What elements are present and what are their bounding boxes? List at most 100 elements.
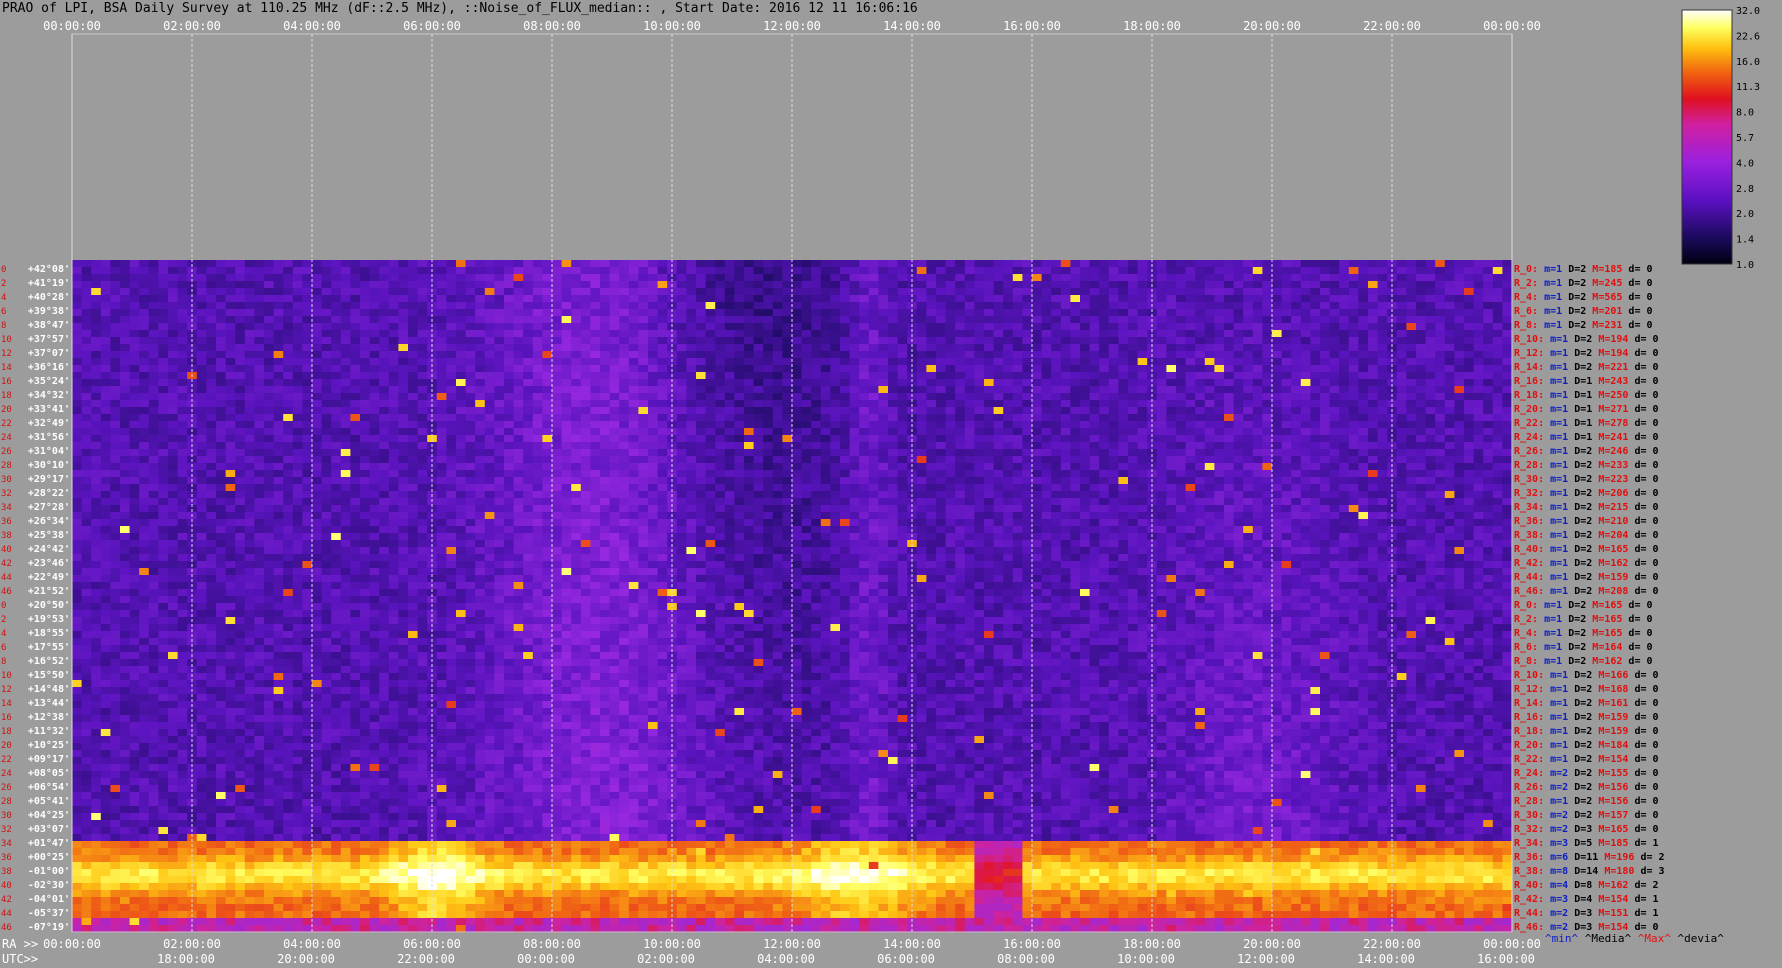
heatmap-cell	[600, 302, 611, 310]
heatmap-cell	[1339, 288, 1350, 296]
heatmap-cell	[465, 491, 476, 499]
heatmap-cell	[1454, 477, 1465, 485]
heatmap-cell	[1080, 449, 1091, 457]
heatmap-cell	[782, 344, 793, 352]
heatmap-cell	[321, 344, 332, 352]
heatmap-cell	[436, 477, 447, 485]
heatmap-cell	[1099, 302, 1110, 310]
heatmap-cell	[283, 470, 294, 478]
heatmap-cell	[964, 365, 975, 373]
heatmap-cell	[609, 421, 620, 429]
heatmap-cell	[456, 295, 467, 303]
heatmap-cell	[1003, 477, 1014, 485]
heatmap-cell	[456, 491, 467, 499]
heatmap-cell	[312, 288, 323, 296]
heatmap-cell	[1060, 351, 1071, 359]
heatmap-cell	[849, 351, 860, 359]
heatmap-cell	[1339, 477, 1350, 485]
heatmap-cell	[1473, 260, 1484, 268]
heatmap-cell	[244, 421, 255, 429]
heatmap-cell	[523, 463, 534, 471]
heatmap-cell	[974, 260, 985, 268]
heatmap-cell	[388, 288, 399, 296]
heatmap-cell	[724, 414, 735, 422]
heatmap-cell	[868, 386, 879, 394]
heatmap-cell	[734, 344, 745, 352]
heatmap-cell	[216, 477, 227, 485]
heatmap-cell	[513, 365, 524, 373]
heatmap-cell	[100, 393, 111, 401]
heatmap-cell	[763, 281, 774, 289]
heatmap-cell	[1320, 309, 1331, 317]
heatmap-cell	[484, 477, 495, 485]
heatmap-cell	[456, 351, 467, 359]
heatmap-cell	[878, 351, 889, 359]
heatmap-cell	[321, 267, 332, 275]
heatmap-cell	[1272, 442, 1283, 450]
heatmap-cell	[926, 456, 937, 464]
heatmap-cell	[244, 442, 255, 450]
heatmap-cell	[1377, 365, 1388, 373]
heatmap-cell	[868, 421, 879, 429]
heatmap-cell	[388, 309, 399, 317]
heatmap-cell	[1300, 449, 1311, 457]
heatmap-cell	[964, 351, 975, 359]
heatmap-cell	[158, 351, 169, 359]
heatmap-cell	[830, 358, 841, 366]
heatmap-cell	[273, 358, 284, 366]
heatmap-cell	[388, 449, 399, 457]
heatmap-cell	[878, 344, 889, 352]
heatmap-cell	[1377, 428, 1388, 436]
heatmap-cell	[91, 267, 102, 275]
heatmap-cell	[1128, 463, 1139, 471]
heatmap-cell	[72, 372, 83, 380]
heatmap-cell	[177, 407, 188, 415]
heatmap-cell	[571, 323, 582, 331]
heatmap-cell	[686, 344, 697, 352]
heatmap-cell	[388, 267, 399, 275]
heatmap-cell	[1195, 358, 1206, 366]
heatmap-cell	[619, 309, 630, 317]
heatmap-cell	[772, 267, 783, 275]
heatmap-cell	[225, 372, 236, 380]
heatmap-cell	[984, 302, 995, 310]
heatmap-cell	[1329, 379, 1340, 387]
heatmap-cell	[571, 330, 582, 338]
heatmap-cell	[600, 358, 611, 366]
heatmap-cell	[1041, 442, 1052, 450]
heatmap-cell	[1224, 372, 1235, 380]
heatmap-cell	[168, 442, 179, 450]
heatmap-cell	[408, 393, 419, 401]
heatmap-cell	[1464, 309, 1475, 317]
heatmap-cell	[350, 386, 361, 394]
heatmap-cell	[868, 428, 879, 436]
heatmap-cell	[648, 407, 659, 415]
heatmap-cell	[811, 260, 822, 268]
heatmap-cell	[849, 302, 860, 310]
heatmap-cell	[1396, 295, 1407, 303]
heatmap-cell	[1080, 414, 1091, 422]
heatmap-cell	[1060, 456, 1071, 464]
heatmap-cell	[1358, 456, 1369, 464]
heatmap-cell	[196, 260, 207, 268]
heatmap-cell	[1080, 316, 1091, 324]
heatmap-cell	[168, 435, 179, 443]
heatmap-cell	[91, 260, 102, 268]
heatmap-cell	[916, 344, 927, 352]
heatmap-cell	[264, 470, 275, 478]
heatmap-cell	[360, 407, 371, 415]
heatmap-cell	[676, 414, 687, 422]
heatmap-cell	[590, 281, 601, 289]
heatmap-cell	[1377, 316, 1388, 324]
heatmap-cell	[1214, 351, 1225, 359]
heatmap-cell	[436, 365, 447, 373]
heatmap-cell	[398, 470, 409, 478]
heatmap-cell	[1204, 393, 1215, 401]
heatmap-cell	[1012, 323, 1023, 331]
heatmap-cell	[388, 260, 399, 268]
heatmap-cell	[1118, 379, 1129, 387]
heatmap-cell	[974, 470, 985, 478]
heatmap-cell	[225, 260, 236, 268]
heatmap-cell	[1080, 267, 1091, 275]
heatmap-cell	[916, 330, 927, 338]
